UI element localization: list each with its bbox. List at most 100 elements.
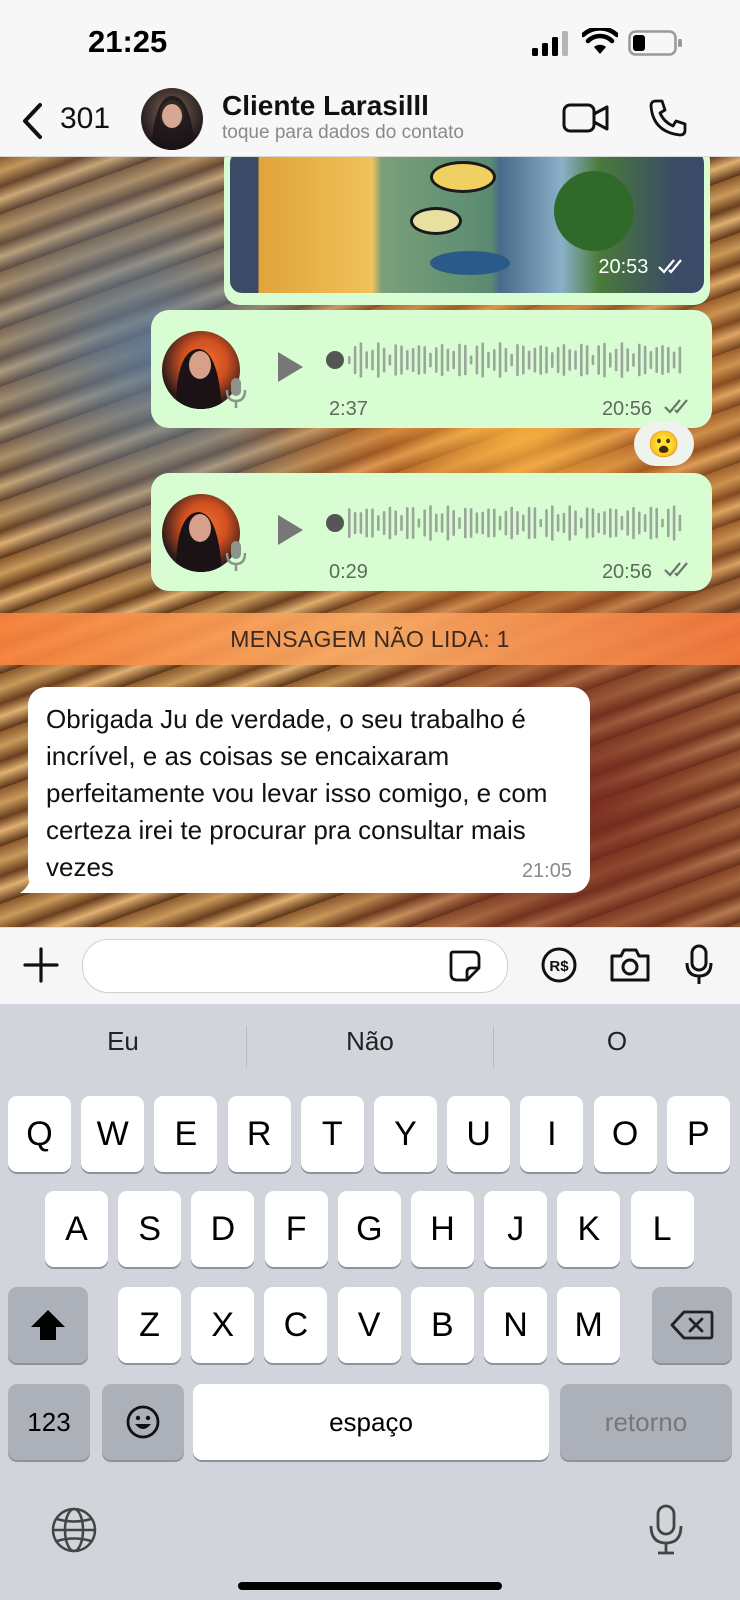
key-o[interactable]: O [593, 1096, 657, 1172]
status-bar: 21:25 [0, 0, 740, 90]
waveform-bar [638, 343, 641, 377]
waveform-bar [585, 507, 589, 539]
waveform-bar [661, 518, 664, 528]
waveform-bar [510, 353, 513, 367]
key-g[interactable]: G [337, 1191, 401, 1267]
emoji-key[interactable] [102, 1384, 184, 1460]
payment-icon[interactable]: R$ [540, 946, 578, 984]
sticker-icon[interactable] [447, 948, 483, 984]
numbers-key[interactable]: 123 [8, 1384, 90, 1460]
keyboard: Eu Não O 123 espaço retorno Q W E R T Y … [0, 1004, 740, 1600]
message-input-bar: R$ [0, 927, 740, 1005]
key-d[interactable]: D [191, 1191, 255, 1267]
waveform-bar [406, 506, 409, 540]
waveform-bar [435, 347, 438, 373]
voice-message[interactable]: 0:29 20:56 [151, 473, 712, 591]
key-j[interactable]: J [484, 1191, 548, 1267]
waveform-bar [475, 345, 479, 375]
key-l[interactable]: L [630, 1191, 694, 1267]
waveform-bar [411, 506, 415, 540]
dictation-microphone-icon[interactable] [648, 1504, 684, 1556]
waveform-bar [597, 345, 600, 375]
key-m[interactable]: M [557, 1287, 621, 1363]
video-call-icon[interactable] [562, 100, 610, 136]
contact-name[interactable]: Cliente Larasilll [222, 90, 429, 122]
waveform[interactable] [348, 501, 688, 545]
voice-message[interactable]: 2:37 20:56 [151, 310, 712, 428]
back-chevron-icon[interactable] [20, 102, 46, 140]
message-time-text: 20:53 [598, 256, 649, 278]
key-b[interactable]: B [410, 1287, 474, 1363]
key-w[interactable]: W [81, 1096, 145, 1172]
play-icon[interactable] [275, 350, 305, 384]
playback-scrubber[interactable] [326, 351, 344, 369]
key-a[interactable]: A [45, 1191, 108, 1267]
space-key[interactable]: espaço [193, 1384, 549, 1460]
key-v[interactable]: V [337, 1287, 401, 1363]
suggestion-3[interactable]: O [494, 1026, 740, 1057]
key-z[interactable]: Z [118, 1287, 181, 1363]
globe-icon[interactable] [50, 1506, 98, 1554]
backspace-key[interactable] [652, 1287, 732, 1363]
suggestion-1[interactable]: Eu [0, 1026, 246, 1057]
waveform-bar [365, 351, 368, 369]
key-t[interactable]: T [300, 1096, 364, 1172]
suggestion-2[interactable]: Não [247, 1026, 493, 1057]
key-h[interactable]: H [411, 1191, 474, 1267]
plus-icon[interactable] [22, 946, 60, 984]
waveform-bar [417, 518, 421, 528]
key-n[interactable]: N [484, 1287, 547, 1363]
camera-icon[interactable] [608, 946, 652, 984]
waveform-bar [411, 347, 415, 373]
card-art [430, 161, 496, 193]
reaction-badge[interactable]: 😮 [634, 422, 694, 466]
key-x[interactable]: X [191, 1287, 255, 1363]
waveform-bar [435, 513, 438, 533]
message-input[interactable] [82, 939, 508, 993]
chat-area[interactable]: 20:53 2:37 20:56 😮 0:29 20:56 MENSAGEM N… [0, 157, 740, 927]
key-y[interactable]: Y [374, 1096, 437, 1172]
waveform-bar [487, 351, 490, 369]
read-check-icon [664, 562, 688, 577]
contact-avatar[interactable] [141, 88, 203, 150]
unread-chats-count[interactable]: 301 [60, 102, 110, 136]
phone-call-icon[interactable] [648, 98, 688, 138]
key-s[interactable]: S [118, 1191, 182, 1267]
key-r[interactable]: R [227, 1096, 291, 1172]
return-key[interactable]: retorno [560, 1384, 732, 1460]
message-time: 21:05 [521, 860, 572, 882]
key-c[interactable]: C [264, 1287, 328, 1363]
key-p[interactable]: P [666, 1096, 730, 1172]
waveform-bar [661, 345, 664, 375]
read-check-icon [658, 259, 682, 274]
playback-scrubber[interactable] [326, 514, 344, 532]
waveform[interactable] [348, 338, 688, 382]
battery-icon [628, 30, 682, 56]
waveform-bar [632, 506, 635, 540]
key-q[interactable]: Q [8, 1096, 71, 1172]
waveform-bar [574, 350, 577, 370]
waveform-bar [626, 510, 629, 536]
key-u[interactable]: U [447, 1096, 511, 1172]
key-k[interactable]: K [557, 1191, 621, 1267]
key-f[interactable]: F [264, 1191, 328, 1267]
microphone-icon[interactable] [684, 944, 714, 986]
incoming-message[interactable]: Obrigada Ju de verdade, o seu trabalho é… [28, 687, 590, 893]
contact-subtitle[interactable]: toque para dados do contato [222, 122, 464, 144]
waveform-bar [609, 352, 612, 368]
waveform-bar [626, 348, 629, 372]
waveform-bar [440, 513, 444, 533]
waveform-bar [551, 505, 554, 541]
waveform-bar [533, 507, 537, 539]
card-art [430, 251, 510, 275]
key-i[interactable]: I [520, 1096, 584, 1172]
image-thumbnail[interactable]: 20:53 [230, 157, 704, 293]
waveform-bar [678, 346, 682, 374]
play-icon[interactable] [275, 513, 305, 547]
image-message[interactable]: 20:53 [224, 157, 710, 305]
waveform-bar [394, 344, 397, 376]
waveform-bar [539, 345, 542, 375]
key-e[interactable]: E [154, 1096, 218, 1172]
shift-key[interactable] [8, 1287, 88, 1363]
waveform-bar [348, 508, 351, 538]
